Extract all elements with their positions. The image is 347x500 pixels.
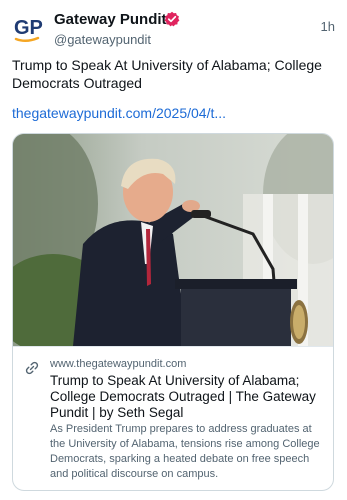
card-meta[interactable]: www.thegatewaypundit.com Trump to Speak … bbox=[13, 346, 333, 490]
author-name[interactable]: Gateway Pundit bbox=[54, 11, 167, 28]
avatar-logo-text: GP bbox=[14, 17, 43, 39]
card-domain: www.thegatewaypundit.com bbox=[50, 358, 187, 370]
post-link[interactable]: thegatewaypundit.com/2025/04/t... bbox=[12, 105, 226, 121]
card-photo bbox=[13, 134, 333, 346]
card-image[interactable] bbox=[13, 134, 333, 346]
post-container[interactable]: GP Gateway Pundit @gatewaypundit 1h Trum… bbox=[0, 0, 347, 500]
link-icon bbox=[25, 361, 39, 375]
avatar-logo-icon: GP bbox=[14, 17, 43, 42]
verified-badge-icon bbox=[164, 11, 180, 27]
card-description: As President Trump prepares to address g… bbox=[50, 423, 320, 480]
author-handle[interactable]: @gatewaypundit bbox=[54, 32, 151, 47]
card-title[interactable]: Trump to Speak At University of Alabama;… bbox=[50, 373, 328, 421]
author-avatar[interactable]: GP bbox=[12, 10, 46, 44]
post-text: Trump to Speak At University of Alabama;… bbox=[12, 57, 322, 91]
post-timestamp[interactable]: 1h bbox=[321, 19, 335, 34]
link-preview-card[interactable]: www.thegatewaypundit.com Trump to Speak … bbox=[12, 133, 334, 491]
post-header: GP Gateway Pundit @gatewaypundit 1h bbox=[12, 8, 335, 48]
